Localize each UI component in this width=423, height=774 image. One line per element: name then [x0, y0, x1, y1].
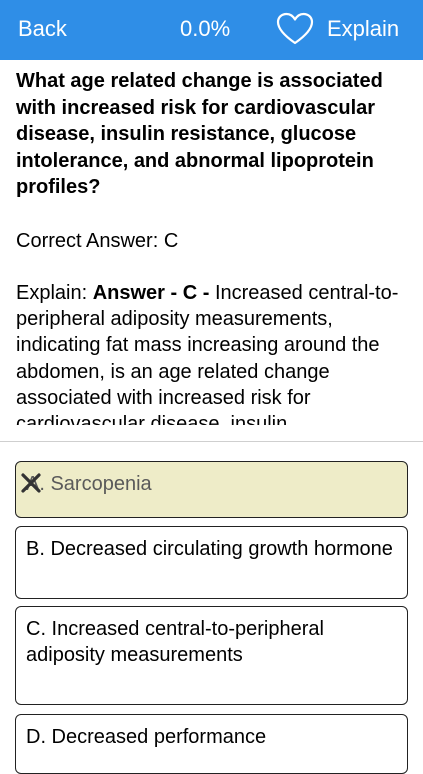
divider: [0, 441, 423, 442]
correct-answer-text: Correct Answer: C: [16, 230, 179, 252]
option-a-button[interactable]: A. Sarcopenia: [15, 461, 408, 518]
option-c-label: C. Increased central-to-peripheral adipo…: [26, 618, 324, 666]
x-mark-icon: [21, 473, 41, 493]
question-text: What age related change is associated wi…: [16, 70, 383, 198]
back-button[interactable]: Back: [18, 16, 67, 42]
explanation-panel: Explain: Answer - C - Increased central-…: [16, 280, 411, 425]
explanation-prefix: Explain:: [16, 282, 93, 304]
heart-outline-icon[interactable]: [276, 12, 314, 46]
option-a-label: A. Sarcopenia: [26, 473, 152, 495]
option-d-label: D. Decreased performance: [26, 726, 267, 748]
option-b-button[interactable]: B. Decreased circulating growth hormone: [15, 526, 408, 599]
progress-percentage: 0.0%: [180, 16, 231, 41]
option-d-button[interactable]: D. Decreased performance: [15, 714, 408, 774]
option-b-label: B. Decreased circulating growth hormone: [26, 538, 393, 560]
explanation-answer: Answer - C -: [92, 282, 215, 304]
option-c-button[interactable]: C. Increased central-to-peripheral adipo…: [15, 606, 408, 705]
top-navigation-bar: Back 0.0% Explain: [0, 0, 423, 60]
explain-button[interactable]: Explain: [327, 16, 399, 42]
